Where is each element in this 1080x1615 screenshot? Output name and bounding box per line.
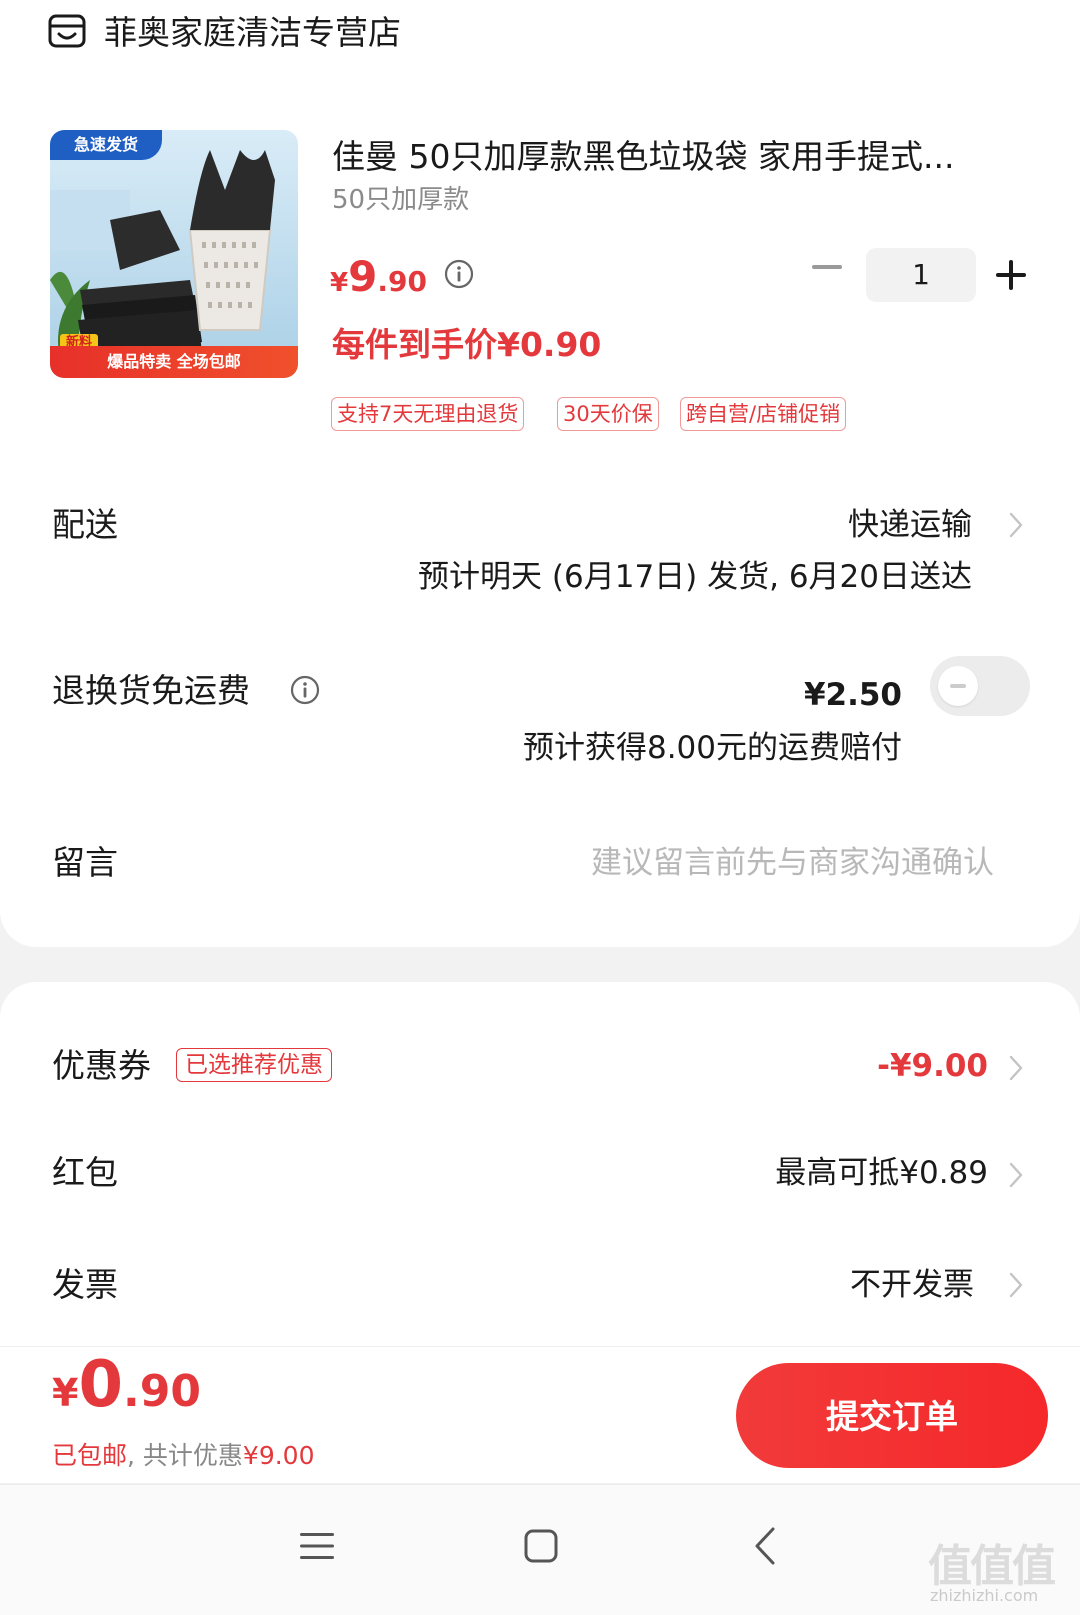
delivery-estimate: 预计明天 (6月17日) 发货, 6月20日送达 (418, 559, 972, 595)
total-summary: 已包邮, 共计优惠¥9.00 (52, 1437, 315, 1475)
order-card: 菲奥家庭清洁专营店 急速发货 新料 爆品特卖 全场包邮 佳曼 50只加厚款黑色垃… (0, 0, 1080, 947)
coupon-tag: 已选推荐优惠 (176, 1048, 332, 1082)
return-shipping-price: ¥2.50 (803, 677, 902, 713)
product-price: ¥9.90 (330, 252, 427, 301)
watermark-logo: 值值值 (928, 1541, 1056, 1592)
return-shipping-note: 预计获得8.00元的运费赔付 (522, 730, 902, 766)
service-tag: 跨自营/店铺促销 (680, 397, 847, 431)
price-integer: 9 (348, 252, 378, 301)
system-navigation-bar (0, 1484, 1080, 1615)
total-integer: 0 (78, 1348, 123, 1422)
total-symbol: ¥ (52, 1371, 79, 1415)
invoice-value[interactable]: 不开发票 (850, 1260, 974, 1310)
per-item-price: 每件到手价¥0.90 (332, 325, 602, 364)
coupon-label: 优惠券 (52, 1046, 151, 1085)
toggle-knob (938, 666, 978, 706)
product-title[interactable]: 佳曼 50只加厚款黑色垃圾袋 家用手提式... (332, 133, 1022, 181)
return-shipping-toggle[interactable] (930, 656, 1030, 716)
chevron-right-icon[interactable] (1009, 512, 1023, 538)
red-packet-label: 红包 (52, 1153, 118, 1192)
total-decimal: .90 (122, 1366, 201, 1417)
red-packet-value[interactable]: 最高可抵¥0.89 (775, 1148, 988, 1198)
invoice-label: 发票 (52, 1265, 118, 1304)
quantity-input[interactable]: 1 (866, 248, 976, 302)
back-icon[interactable] (754, 1527, 776, 1565)
watermark-url: zhizhizhi.com (930, 1586, 1039, 1605)
menu-icon[interactable] (300, 1531, 334, 1561)
chevron-right-icon[interactable] (1009, 1055, 1023, 1081)
return-shipping-label: 退换货免运费 (52, 671, 250, 710)
info-icon[interactable] (290, 675, 320, 705)
service-tag: 支持7天无理由退货 (331, 397, 525, 431)
delivery-method[interactable]: 快递运输 (848, 500, 972, 550)
promo-banner: 爆品特卖 全场包邮 (50, 346, 298, 378)
submit-order-button[interactable]: 提交订单 (736, 1363, 1048, 1468)
price-symbol: ¥ (330, 268, 349, 298)
info-icon[interactable] (444, 259, 474, 289)
product-image[interactable]: 急速发货 新料 爆品特卖 全场包邮 (50, 130, 298, 378)
store-name[interactable]: 菲奥家庭清洁专营店 (104, 8, 401, 58)
discount-value: ¥9.00 (242, 1441, 315, 1470)
price-decimal: .90 (377, 265, 427, 298)
chevron-right-icon[interactable] (1009, 1162, 1023, 1188)
message-label: 留言 (52, 843, 118, 882)
product-spec[interactable]: 50只加厚款 (332, 180, 469, 220)
message-input[interactable]: 建议留言前先与商家沟通确认 (591, 838, 994, 888)
quantity-increase-button[interactable] (996, 260, 1026, 290)
coupon-value[interactable]: -¥9.00 (877, 1041, 988, 1091)
total-price: ¥0.90 (52, 1348, 201, 1422)
quantity-decrease-button[interactable] (812, 265, 842, 269)
home-icon[interactable] (524, 1529, 558, 1563)
delivery-label: 配送 (52, 505, 118, 544)
chevron-right-icon[interactable] (1009, 1272, 1023, 1298)
store-icon (48, 14, 86, 48)
shipping-note: 已包邮 (52, 1441, 128, 1470)
fast-ship-badge: 急速发货 (50, 130, 162, 160)
discount-note: , 共计优惠 (127, 1441, 243, 1470)
service-tag: 30天价保 (557, 397, 659, 431)
